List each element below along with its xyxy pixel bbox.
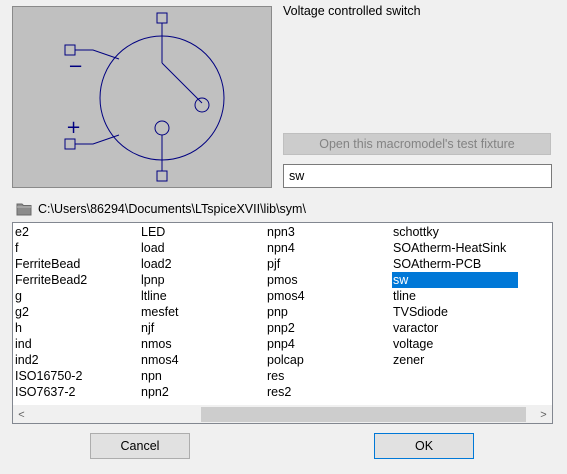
list-item[interactable]: varactor (392, 320, 438, 336)
list-item[interactable]: pnp (266, 304, 288, 320)
directory-path: C:\Users\86294\Documents\LTspiceXVII\lib… (16, 201, 306, 217)
list-item[interactable]: TVSdiode (392, 304, 448, 320)
list-item[interactable]: schottky (392, 224, 439, 240)
list-item[interactable]: ltline (140, 288, 167, 304)
list-item[interactable]: nmos4 (140, 352, 179, 368)
list-item[interactable]: zener (392, 352, 424, 368)
plus-label: + (66, 117, 81, 138)
list-item[interactable]: SOAtherm-HeatSink (392, 240, 506, 256)
list-item[interactable]: pjf (266, 256, 280, 272)
list-item[interactable]: load (140, 240, 165, 256)
list-item[interactable]: polcap (266, 352, 304, 368)
list-item[interactable]: npn3 (266, 224, 295, 240)
scrollbar-thumb[interactable] (201, 407, 526, 422)
list-item[interactable]: npn (140, 368, 162, 384)
list-item[interactable]: njf (140, 320, 154, 336)
pin-control-minus (64, 44, 76, 56)
list-item[interactable]: ISO16750-2 (14, 368, 82, 384)
pin-control-plus (64, 138, 76, 150)
list-item[interactable]: pmos (266, 272, 298, 288)
open-test-fixture-button[interactable]: Open this macromodel's test fixture (283, 133, 551, 155)
list-item[interactable]: res2 (266, 384, 291, 400)
list-item[interactable]: SOAtherm-PCB (392, 256, 481, 272)
list-item[interactable]: ind2 (14, 352, 39, 368)
component-description: Voltage controlled switch (283, 4, 421, 18)
list-item[interactable]: res (266, 368, 284, 384)
horizontal-scrollbar[interactable]: < > (13, 405, 552, 423)
cancel-button[interactable]: Cancel (90, 433, 190, 459)
list-item[interactable]: nmos (140, 336, 172, 352)
list-item[interactable]: g (14, 288, 22, 304)
list-item[interactable]: lpnp (140, 272, 165, 288)
switch-symbol-drawing: − + (64, 12, 225, 182)
folder-icon (16, 203, 32, 216)
list-item[interactable]: load2 (140, 256, 172, 272)
symbol-list[interactable]: e2 f FerriteBead FerriteBead2 g g2 h ind ind2 ISO… (12, 222, 553, 424)
directory-path-text: C:\Users\86294\Documents\LTspiceXVII\lib… (38, 202, 306, 216)
list-item[interactable]: mesfet (140, 304, 179, 320)
list-item[interactable]: tline (392, 288, 416, 304)
symbol-preview: − + (12, 6, 272, 188)
ok-button[interactable]: OK (374, 433, 474, 459)
pin-bottom (156, 170, 168, 182)
list-item[interactable]: voltage (392, 336, 433, 352)
list-item[interactable]: pmos4 (266, 288, 305, 304)
list-item[interactable]: pnp4 (266, 336, 295, 352)
minus-label: − (68, 56, 83, 77)
scroll-left-icon[interactable]: < (13, 406, 30, 423)
list-item[interactable]: npn2 (140, 384, 169, 400)
list-item[interactable]: ISO7637-2 (14, 384, 75, 400)
list-item[interactable]: h (14, 320, 22, 336)
list-item[interactable]: sw (392, 272, 518, 288)
symbol-name-field[interactable]: sw (283, 164, 552, 188)
scroll-right-icon[interactable]: > (535, 406, 552, 423)
list-item[interactable]: FerriteBead (14, 256, 80, 272)
list-item[interactable]: LED (140, 224, 165, 240)
pin-top (156, 12, 168, 24)
list-item[interactable]: f (14, 240, 18, 256)
list-item[interactable]: npn4 (266, 240, 295, 256)
list-item[interactable]: ind (14, 336, 32, 352)
list-item[interactable]: g2 (14, 304, 29, 320)
list-item[interactable]: e2 (14, 224, 29, 240)
list-item[interactable]: pnp2 (266, 320, 295, 336)
list-item[interactable]: FerriteBead2 (14, 272, 87, 288)
